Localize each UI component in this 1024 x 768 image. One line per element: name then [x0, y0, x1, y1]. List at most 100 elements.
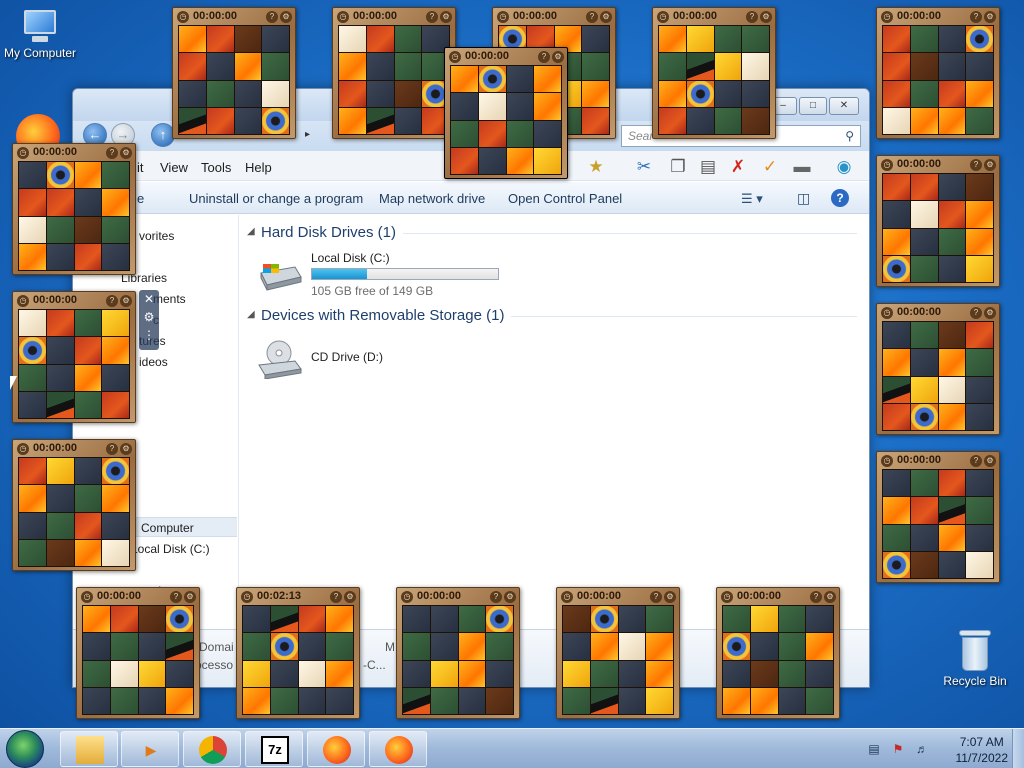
puzzle-tile[interactable]: [430, 606, 458, 633]
uninstall-program-button[interactable]: Uninstall or change a program: [189, 191, 363, 206]
puzzle-tile[interactable]: [938, 376, 966, 403]
system-clock[interactable]: 7:07 AM 11/7/2022: [956, 734, 1009, 766]
puzzle-tile[interactable]: [102, 485, 129, 512]
puzzle-tile[interactable]: [394, 26, 422, 53]
puzzle-tile[interactable]: [19, 243, 46, 270]
puzzle-tile[interactable]: [46, 243, 74, 270]
puzzle-tile[interactable]: [458, 660, 486, 687]
puzzle-tile[interactable]: [298, 633, 326, 660]
check-icon[interactable]: ✓: [759, 156, 781, 178]
puzzle-tile[interactable]: [19, 162, 46, 189]
puzzle-tile[interactable]: [686, 80, 714, 107]
desktop-icon-my-computer[interactable]: My Computer: [0, 10, 80, 60]
puzzle-tile[interactable]: [966, 201, 993, 228]
settings-icon[interactable]: ⚙: [184, 591, 196, 603]
puzzle-tile[interactable]: [138, 606, 166, 633]
puzzle-tile[interactable]: [659, 107, 686, 134]
help-icon[interactable]: ?: [330, 591, 342, 603]
puzzle-tile[interactable]: [582, 107, 609, 134]
puzzle-tile[interactable]: [19, 216, 46, 243]
puzzle-tile[interactable]: [102, 243, 129, 270]
puzzle-tile[interactable]: [74, 391, 102, 418]
puzzle-tile[interactable]: [686, 26, 714, 53]
puzzle-tile[interactable]: [430, 633, 458, 660]
puzzle-tile[interactable]: [243, 606, 270, 633]
puzzle-tile[interactable]: [298, 660, 326, 687]
puzzle-tile[interactable]: [582, 80, 609, 107]
puzzle-tile[interactable]: [262, 107, 289, 134]
puzzle-tile[interactable]: [910, 107, 938, 134]
puzzle-tile[interactable]: [883, 228, 910, 255]
close-icon[interactable]: ✕: [139, 292, 159, 306]
desktop-icon-recycle-bin[interactable]: Recycle Bin: [935, 630, 1015, 688]
puzzle-tile[interactable]: [910, 524, 938, 551]
puzzle-tile[interactable]: [938, 80, 966, 107]
puzzle-tile[interactable]: [243, 687, 270, 714]
puzzle-tile[interactable]: [366, 53, 394, 80]
cut-icon[interactable]: ✂: [633, 156, 655, 178]
puzzle-tile[interactable]: [646, 660, 673, 687]
maximize-button[interactable]: □: [799, 97, 827, 115]
puzzle-tile[interactable]: [110, 687, 138, 714]
puzzle-tile[interactable]: [723, 660, 750, 687]
puzzle-tile[interactable]: [966, 497, 993, 524]
puzzle-tile[interactable]: [883, 174, 910, 201]
map-network-drive-button[interactable]: Map network drive: [379, 191, 485, 206]
nav-videos[interactable]: ideos: [139, 355, 168, 369]
puzzle-tile[interactable]: [394, 53, 422, 80]
puzzle-tile[interactable]: [110, 660, 138, 687]
puzzle-tile[interactable]: [339, 26, 366, 53]
breadcrumb-chevron-icon[interactable]: ▸: [305, 129, 310, 140]
puzzle-tile[interactable]: [451, 147, 478, 174]
puzzle-tile[interactable]: [582, 26, 609, 53]
puzzle-tile[interactable]: [938, 349, 966, 376]
puzzle-tile[interactable]: [403, 687, 430, 714]
puzzle-tile[interactable]: [534, 66, 561, 93]
settings-icon[interactable]: ⚙: [120, 443, 132, 455]
puzzle-tile[interactable]: [910, 174, 938, 201]
puzzle-gadget[interactable]: ◷ 00:00:00? ⚙: [876, 303, 1000, 435]
puzzle-tile[interactable]: [458, 606, 486, 633]
puzzle-tile[interactable]: [938, 403, 966, 430]
puzzle-tile[interactable]: [910, 497, 938, 524]
settings-icon[interactable]: ⚙: [760, 11, 772, 23]
puzzle-tile[interactable]: [938, 255, 966, 282]
puzzle-tile[interactable]: [430, 660, 458, 687]
puzzle-tile[interactable]: [478, 120, 506, 147]
puzzle-tile[interactable]: [506, 66, 534, 93]
puzzle-tile[interactable]: [102, 458, 129, 485]
taskbar-explorer-button[interactable]: [60, 731, 118, 767]
copy-icon[interactable]: ❐: [667, 156, 689, 178]
puzzle-tile[interactable]: [46, 216, 74, 243]
puzzle-tile[interactable]: [723, 687, 750, 714]
puzzle-tile[interactable]: [938, 322, 966, 349]
puzzle-tile[interactable]: [46, 364, 74, 391]
puzzle-tile[interactable]: [83, 660, 110, 687]
puzzle-tile[interactable]: [179, 53, 206, 80]
menu-help[interactable]: Help: [245, 160, 272, 175]
puzzle-tile[interactable]: [19, 485, 46, 512]
puzzle-tile[interactable]: [938, 524, 966, 551]
volume-icon[interactable]: ♬: [914, 741, 930, 757]
settings-icon[interactable]: ⚙: [984, 11, 996, 23]
puzzle-tile[interactable]: [910, 403, 938, 430]
puzzle-tile[interactable]: [883, 551, 910, 578]
puzzle-tile[interactable]: [102, 364, 129, 391]
help-icon[interactable]: ?: [970, 159, 982, 171]
settings-icon[interactable]: ⚙: [824, 591, 836, 603]
collapse-triangle-icon[interactable]: ◢: [247, 226, 255, 237]
puzzle-tile[interactable]: [750, 606, 778, 633]
puzzle-tile[interactable]: [618, 660, 646, 687]
puzzle-gadget[interactable]: ◷ 00:00:00? ⚙: [876, 451, 1000, 583]
puzzle-tile[interactable]: [326, 687, 353, 714]
puzzle-tile[interactable]: [74, 162, 102, 189]
drive-d-name[interactable]: CD Drive (D:): [311, 350, 383, 364]
puzzle-tile[interactable]: [102, 189, 129, 216]
puzzle-tile[interactable]: [966, 228, 993, 255]
puzzle-tile[interactable]: [19, 391, 46, 418]
puzzle-tile[interactable]: [234, 53, 262, 80]
puzzle-tile[interactable]: [234, 107, 262, 134]
puzzle-gadget[interactable]: ◷ 00:00:00? ⚙: [556, 587, 680, 719]
puzzle-tile[interactable]: [714, 80, 742, 107]
puzzle-tile[interactable]: [166, 660, 193, 687]
